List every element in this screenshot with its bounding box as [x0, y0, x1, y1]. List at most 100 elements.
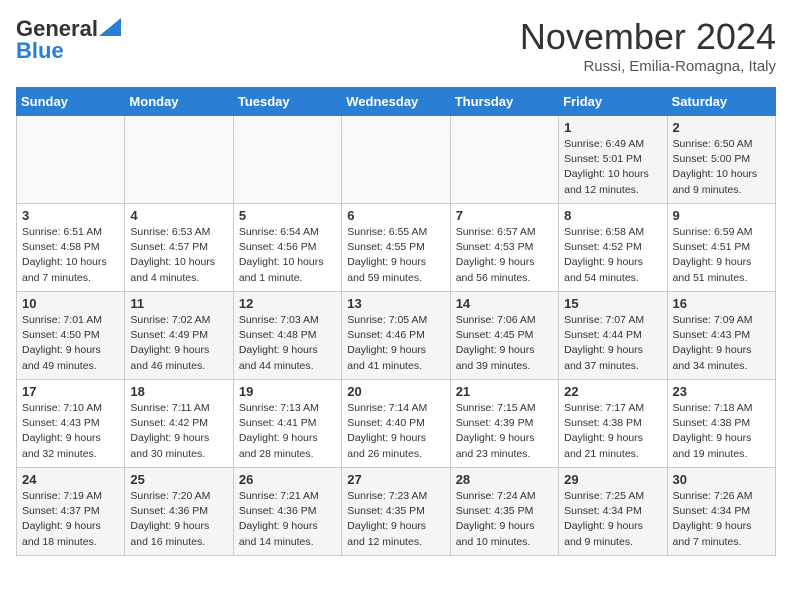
day-number: 19 — [239, 384, 336, 399]
calendar-cell: 3 Sunrise: 6:51 AM Sunset: 4:58 PM Daylig… — [17, 204, 125, 292]
day-info: Sunrise: 6:49 AM Sunset: 5:01 PM Dayligh… — [564, 137, 661, 198]
logo-icon — [99, 18, 121, 36]
day-number: 16 — [673, 296, 770, 311]
calendar-cell — [17, 116, 125, 204]
month-title: November 2024 — [520, 16, 776, 58]
day-number: 1 — [564, 120, 661, 135]
calendar-cell: 29 Sunrise: 7:25 AM Sunset: 4:34 PM Dayli… — [559, 468, 667, 556]
calendar-cell: 10 Sunrise: 7:01 AM Sunset: 4:50 PM Dayli… — [17, 292, 125, 380]
day-info: Sunrise: 7:18 AM Sunset: 4:38 PM Dayligh… — [673, 401, 770, 462]
day-number: 3 — [22, 208, 119, 223]
calendar-cell: 1 Sunrise: 6:49 AM Sunset: 5:01 PM Daylig… — [559, 116, 667, 204]
calendar-cell: 11 Sunrise: 7:02 AM Sunset: 4:49 PM Dayli… — [125, 292, 233, 380]
day-number: 11 — [130, 296, 227, 311]
calendar-cell: 18Sunrise: 7:11 AM Sunset: 4:42 PM Dayli… — [125, 380, 233, 468]
calendar-cell — [125, 116, 233, 204]
header-tuesday: Tuesday — [233, 88, 341, 116]
day-number: 7 — [456, 208, 553, 223]
calendar-week-2: 3 Sunrise: 6:51 AM Sunset: 4:58 PM Daylig… — [17, 204, 776, 292]
day-info: Sunrise: 7:20 AM Sunset: 4:36 PM Dayligh… — [130, 489, 227, 550]
calendar-cell: 7 Sunrise: 6:57 AM Sunset: 4:53 PM Daylig… — [450, 204, 558, 292]
day-number: 6 — [347, 208, 444, 223]
day-info: Sunrise: 7:13 AM Sunset: 4:41 PM Dayligh… — [239, 401, 336, 462]
day-info: Sunrise: 6:54 AM Sunset: 4:56 PM Dayligh… — [239, 225, 336, 286]
day-number: 28 — [456, 472, 553, 487]
header-thursday: Thursday — [450, 88, 558, 116]
location: Russi, Emilia-Romagna, Italy — [520, 58, 776, 75]
calendar-cell: 15Sunrise: 7:07 AM Sunset: 4:44 PM Dayli… — [559, 292, 667, 380]
calendar-body: 1 Sunrise: 6:49 AM Sunset: 5:01 PM Daylig… — [17, 116, 776, 556]
calendar-cell: 22 Sunrise: 7:17 AM Sunset: 4:38 PM Dayli… — [559, 380, 667, 468]
header-sunday: Sunday — [17, 88, 125, 116]
day-info: Sunrise: 7:10 AM Sunset: 4:43 PM Dayligh… — [22, 401, 119, 462]
calendar-cell: 21Sunrise: 7:15 AM Sunset: 4:39 PM Dayli… — [450, 380, 558, 468]
day-number: 27 — [347, 472, 444, 487]
day-number: 9 — [673, 208, 770, 223]
day-info: Sunrise: 7:24 AM Sunset: 4:35 PM Dayligh… — [456, 489, 553, 550]
calendar-cell: 20 Sunrise: 7:14 AM Sunset: 4:40 PM Dayli… — [342, 380, 450, 468]
day-info: Sunrise: 7:21 AM Sunset: 4:36 PM Dayligh… — [239, 489, 336, 550]
calendar-cell: 28 Sunrise: 7:24 AM Sunset: 4:35 PM Dayli… — [450, 468, 558, 556]
calendar-cell: 8Sunrise: 6:58 AM Sunset: 4:52 PM Daylig… — [559, 204, 667, 292]
title-area: November 2024 Russi, Emilia-Romagna, Ita… — [520, 16, 776, 75]
calendar-week-5: 24 Sunrise: 7:19 AM Sunset: 4:37 PM Dayli… — [17, 468, 776, 556]
day-info: Sunrise: 7:17 AM Sunset: 4:38 PM Dayligh… — [564, 401, 661, 462]
header-row: Sunday Monday Tuesday Wednesday Thursday… — [17, 88, 776, 116]
day-info: Sunrise: 7:19 AM Sunset: 4:37 PM Dayligh… — [22, 489, 119, 550]
day-number: 12 — [239, 296, 336, 311]
calendar-cell: 4 Sunrise: 6:53 AM Sunset: 4:57 PM Daylig… — [125, 204, 233, 292]
day-number: 13 — [347, 296, 444, 311]
day-info: Sunrise: 7:25 AM Sunset: 4:34 PM Dayligh… — [564, 489, 661, 550]
day-info: Sunrise: 7:05 AM Sunset: 4:46 PM Dayligh… — [347, 313, 444, 374]
day-info: Sunrise: 6:57 AM Sunset: 4:53 PM Dayligh… — [456, 225, 553, 286]
logo: General Blue — [16, 16, 121, 64]
calendar-cell: 27 Sunrise: 7:23 AM Sunset: 4:35 PM Dayli… — [342, 468, 450, 556]
calendar-cell — [342, 116, 450, 204]
day-number: 10 — [22, 296, 119, 311]
calendar-cell: 6Sunrise: 6:55 AM Sunset: 4:55 PM Daylig… — [342, 204, 450, 292]
day-number: 22 — [564, 384, 661, 399]
day-info: Sunrise: 7:23 AM Sunset: 4:35 PM Dayligh… — [347, 489, 444, 550]
page-header: General Blue November 2024 Russi, Emilia… — [16, 16, 776, 75]
day-info: Sunrise: 6:51 AM Sunset: 4:58 PM Dayligh… — [22, 225, 119, 286]
day-number: 15 — [564, 296, 661, 311]
day-number: 24 — [22, 472, 119, 487]
day-info: Sunrise: 7:01 AM Sunset: 4:50 PM Dayligh… — [22, 313, 119, 374]
day-number: 26 — [239, 472, 336, 487]
calendar-cell — [233, 116, 341, 204]
day-info: Sunrise: 6:53 AM Sunset: 4:57 PM Dayligh… — [130, 225, 227, 286]
day-info: Sunrise: 7:03 AM Sunset: 4:48 PM Dayligh… — [239, 313, 336, 374]
day-number: 4 — [130, 208, 227, 223]
logo-blue: Blue — [16, 38, 64, 64]
day-info: Sunrise: 7:09 AM Sunset: 4:43 PM Dayligh… — [673, 313, 770, 374]
calendar-cell: 25Sunrise: 7:20 AM Sunset: 4:36 PM Dayli… — [125, 468, 233, 556]
header-saturday: Saturday — [667, 88, 775, 116]
calendar-cell: 23 Sunrise: 7:18 AM Sunset: 4:38 PM Dayli… — [667, 380, 775, 468]
day-number: 23 — [673, 384, 770, 399]
calendar-cell: 5Sunrise: 6:54 AM Sunset: 4:56 PM Daylig… — [233, 204, 341, 292]
calendar-cell: 14 Sunrise: 7:06 AM Sunset: 4:45 PM Dayli… — [450, 292, 558, 380]
day-info: Sunrise: 7:14 AM Sunset: 4:40 PM Dayligh… — [347, 401, 444, 462]
day-number: 20 — [347, 384, 444, 399]
calendar-cell: 19 Sunrise: 7:13 AM Sunset: 4:41 PM Dayli… — [233, 380, 341, 468]
day-info: Sunrise: 6:50 AM Sunset: 5:00 PM Dayligh… — [673, 137, 770, 198]
calendar-cell: 12 Sunrise: 7:03 AM Sunset: 4:48 PM Dayli… — [233, 292, 341, 380]
day-number: 14 — [456, 296, 553, 311]
day-number: 21 — [456, 384, 553, 399]
day-info: Sunrise: 7:06 AM Sunset: 4:45 PM Dayligh… — [456, 313, 553, 374]
header-friday: Friday — [559, 88, 667, 116]
calendar-cell: 9 Sunrise: 6:59 AM Sunset: 4:51 PM Daylig… — [667, 204, 775, 292]
header-monday: Monday — [125, 88, 233, 116]
calendar-cell: 2Sunrise: 6:50 AM Sunset: 5:00 PM Daylig… — [667, 116, 775, 204]
day-info: Sunrise: 6:58 AM Sunset: 4:52 PM Dayligh… — [564, 225, 661, 286]
day-info: Sunrise: 7:02 AM Sunset: 4:49 PM Dayligh… — [130, 313, 227, 374]
calendar-cell: 24 Sunrise: 7:19 AM Sunset: 4:37 PM Dayli… — [17, 468, 125, 556]
calendar-cell: 30Sunrise: 7:26 AM Sunset: 4:34 PM Dayli… — [667, 468, 775, 556]
calendar-table: Sunday Monday Tuesday Wednesday Thursday… — [16, 87, 776, 556]
day-number: 29 — [564, 472, 661, 487]
header-wednesday: Wednesday — [342, 88, 450, 116]
calendar-cell: 13 Sunrise: 7:05 AM Sunset: 4:46 PM Dayli… — [342, 292, 450, 380]
calendar-cell: 26 Sunrise: 7:21 AM Sunset: 4:36 PM Dayli… — [233, 468, 341, 556]
day-info: Sunrise: 6:59 AM Sunset: 4:51 PM Dayligh… — [673, 225, 770, 286]
day-info: Sunrise: 7:11 AM Sunset: 4:42 PM Dayligh… — [130, 401, 227, 462]
